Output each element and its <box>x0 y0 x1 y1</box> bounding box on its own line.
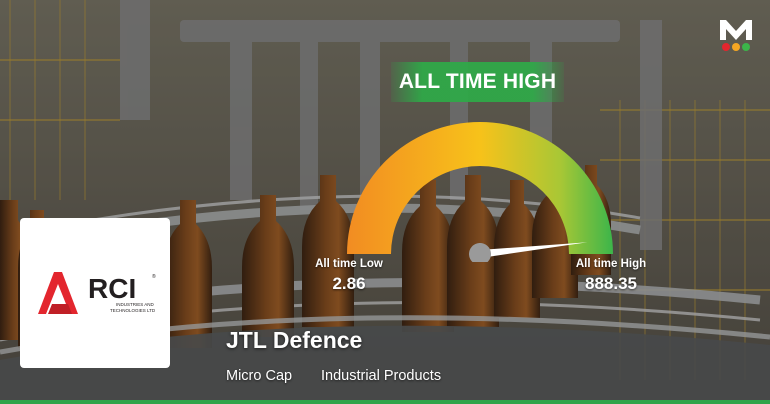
banner-title: ALL TIME HIGH <box>398 70 557 93</box>
company-name: JTL Defence <box>226 327 363 353</box>
company-logo-card[interactable]: RCI ® INDUSTRIES AND TECHNOLOGIES LTD <box>20 218 170 368</box>
market-cap-tag: Micro Cap <box>226 368 293 384</box>
gauge-arc <box>347 122 613 254</box>
all-time-low-value: 2.86 <box>332 274 366 293</box>
svg-text:®: ® <box>152 273 156 280</box>
m-logo-icon[interactable] <box>718 16 754 54</box>
logo-subtext-2: TECHNOLOGIES LTD <box>110 308 156 313</box>
all-time-gauge <box>347 122 613 262</box>
all-time-high-value: 888.35 <box>585 274 637 293</box>
all-time-low-label: All time Low <box>315 258 383 270</box>
sector-tag: Industrial Products <box>321 368 442 384</box>
all-time-high-label: All time High <box>575 258 647 270</box>
logo-text: RCI <box>88 273 136 304</box>
all-time-high-banner: ALL TIME HIGH <box>391 62 564 102</box>
bottom-accent-bar <box>0 400 770 404</box>
company-logo: RCI ® INDUSTRIES AND TECHNOLOGIES LTD <box>38 272 156 314</box>
logo-subtext-1: INDUSTRIES AND <box>116 302 155 307</box>
